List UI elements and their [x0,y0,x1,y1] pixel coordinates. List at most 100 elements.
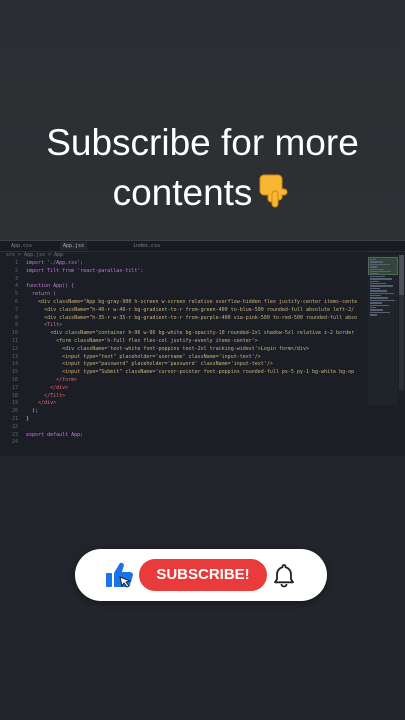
minimap-line [370,311,390,314]
caption-line-2: contents [0,168,405,222]
code-line[interactable]: 12 <div className='text-white font-poppi… [0,346,362,354]
tab-index-css[interactable]: index.css [130,242,163,250]
line-number: 23 [11,431,18,438]
minimap-line [370,275,385,278]
minimap-line [370,285,393,287]
code-line[interactable]: 13 <input type="text" placeholder='usern… [0,354,362,362]
code-text: ); [26,408,39,415]
line-number: 7 [14,306,18,313]
minimap-line [370,314,377,316]
minimap-line [370,266,377,268]
caption-line-1: Subscribe for more [46,122,359,163]
code-text: import Tilt from 'react-parallax-tilt'; [26,267,144,274]
minimap-line [370,299,395,302]
line-number: 17 [11,384,18,391]
code-line[interactable]: 23 export default App; [0,432,362,440]
line-number: 5 [14,291,18,298]
code-area[interactable]: 1 import './App.css'; 2 import Tilt from 'r… [0,260,362,447]
line-number: 10 [11,330,18,337]
minimap-line [370,283,386,285]
code-line[interactable]: 5 return ( [0,291,362,299]
minimap-line [370,287,380,290]
code-line[interactable]: 22 [0,424,362,432]
code-text: import './App.css'; [26,260,84,266]
code-text: <div className="h-40-r w-40-r bg-gradien… [26,306,355,313]
minimap-line [370,295,381,297]
pointing-down-hand-icon [256,169,292,222]
code-line[interactable]: 24 [0,439,362,447]
code-text: </Tilt> [26,392,66,399]
code-line[interactable]: 1 import './App.css'; [0,260,362,268]
video-caption: Subscribe for more contents [0,118,405,222]
line-number: 3 [14,275,18,282]
breadcrumb: src > App.jsx > App [6,252,64,258]
minimap-line [370,280,379,282]
code-text: } [26,415,30,422]
line-number: 1 [14,260,18,266]
code-line[interactable]: 11 <form className='h-full flex flex-col… [0,338,362,346]
tab-app-jsx[interactable]: App.jsx [60,242,88,250]
code-text: export default App; [26,431,84,438]
bell-icon[interactable] [271,562,297,588]
code-text: <div className='text-white font-poppins … [26,345,309,352]
line-number: 8 [14,314,18,321]
code-text: <input type="password" placeholder='pass… [26,361,273,368]
code-line[interactable]: 10 <div className="container h-96 w-96 b… [0,330,362,338]
minimap-line [370,273,378,275]
code-line[interactable]: 18 </Tilt> [0,393,362,401]
code-line[interactable]: 15 <input type="Submit" className='curso… [0,369,362,377]
code-text: </div> [26,400,57,407]
line-number: 21 [11,415,18,422]
minimap-line [370,263,390,266]
minimap-line [370,304,389,306]
code-line[interactable]: 20 ); [0,408,362,416]
minimap-line [370,297,388,299]
code-line[interactable]: 8 <div className="h-35-r w-35-r bg-gradi… [0,315,362,323]
minimap-line [370,309,383,311]
code-line[interactable]: 9 <Tilt> [0,322,362,330]
code-line[interactable]: 4 function App() { [0,283,362,291]
subscribe-button[interactable]: SUBSCRIBE! [139,559,267,591]
minimap-line [370,307,376,309]
code-line[interactable]: 16 </form> [0,377,362,385]
caption-line-2-text: contents [112,172,253,213]
line-number: 4 [14,283,18,290]
code-line[interactable]: 17 </div> [0,385,362,393]
subscribe-bar: SUBSCRIBE! [75,549,327,601]
code-text: <input type="Submit" className='cursor-p… [26,369,355,376]
line-number: 6 [14,298,18,305]
code-line[interactable]: 7 <div className="h-40-r w-40-r bg-gradi… [0,307,362,315]
line-number: 13 [11,353,18,360]
line-number: 15 [11,369,18,376]
code-text: <input type="text" placeholder='username… [26,353,261,360]
scrollbar-thumb[interactable] [399,255,404,295]
tab-app-jsx-blur[interactable]: App.css [8,242,35,250]
minimap-line [370,292,394,294]
code-line[interactable]: 3 [0,276,362,284]
code-text: <div className="h-35-r w-35-r bg-gradien… [26,314,358,321]
line-number: 24 [11,439,18,446]
line-number: 22 [11,423,18,430]
code-text: <div className="container h-96 w-96 bg-w… [26,330,355,337]
thumbs-up-icon[interactable] [105,561,135,589]
minimap-line [370,278,392,280]
code-line[interactable]: 2 import Tilt from 'react-parallax-tilt'; [0,268,362,276]
line-number: 11 [11,337,18,344]
code-text: </form> [26,376,78,383]
line-number: 14 [11,361,18,368]
code-text: function App() { [26,283,75,290]
minimap-line [370,302,382,304]
code-line[interactable]: 19 </div> [0,400,362,408]
editor-scrollbar[interactable] [399,255,404,390]
code-editor[interactable]: App.css App.jsx index.css src > App.jsx … [0,240,405,456]
line-number: 16 [11,376,18,383]
code-line[interactable]: 21} [0,416,362,424]
minimap-line [370,290,387,292]
code-line[interactable]: 6 <div className="App bg-gray-900 h-scre… [0,299,362,307]
code-line[interactable]: 14 <input type="password" placeholder='p… [0,361,362,369]
minimap[interactable] [368,255,398,405]
code-text: <div className="App bg-gray-900 h-screen… [26,298,358,305]
minimap-line [370,268,384,270]
minimap-line [370,259,376,261]
code-text: <Tilt> [26,322,63,329]
